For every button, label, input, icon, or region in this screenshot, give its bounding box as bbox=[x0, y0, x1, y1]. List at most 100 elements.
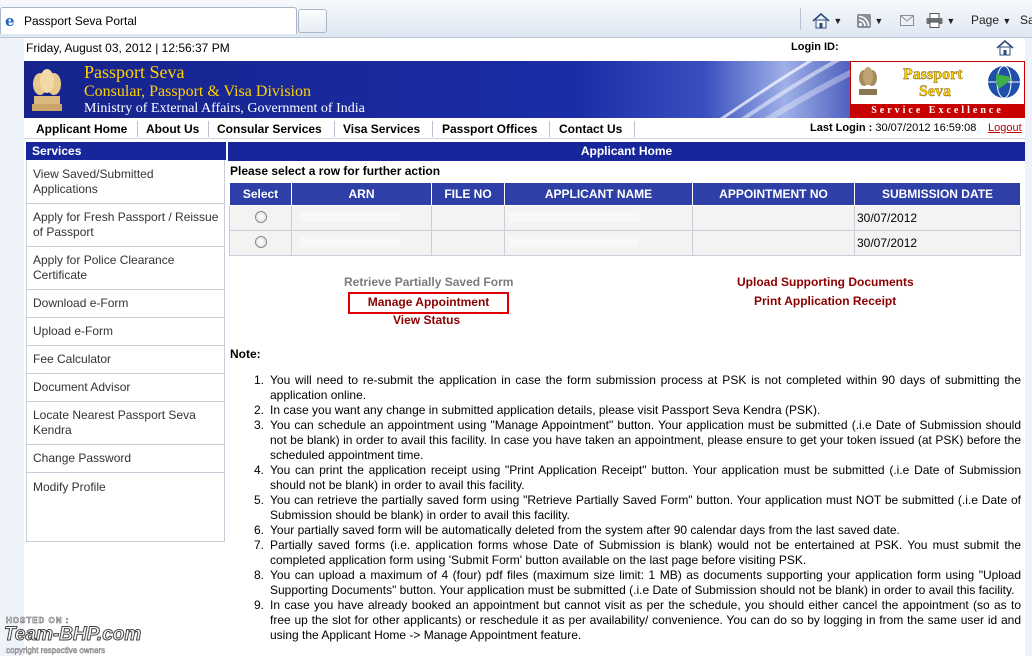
nav-separator bbox=[208, 121, 209, 137]
col-arn: ARN bbox=[291, 182, 432, 206]
globe-icon bbox=[988, 65, 1020, 99]
note-item: 2. In case you want any change in submitt… bbox=[250, 403, 1021, 418]
home-button[interactable]: ▼ bbox=[812, 10, 842, 30]
page-background: Friday, August 03, 2012 | 12:56:37 PM Lo… bbox=[0, 38, 1032, 656]
note-text: You can retrieve the partially saved for… bbox=[270, 493, 1021, 522]
sidebar-item-fee-calculator[interactable]: Fee Calculator bbox=[27, 346, 224, 374]
main-nav: Applicant Home About Us Consular Service… bbox=[24, 119, 1025, 139]
retrieve-partially-saved-form-button[interactable]: Retrieve Partially Saved Form bbox=[344, 275, 513, 289]
table-row[interactable]: 30/07/2012 bbox=[229, 230, 1021, 256]
feeds-button[interactable]: ▼ bbox=[857, 10, 883, 30]
watermark: HOSTED ON : Team-BHP.com copyright respe… bbox=[3, 616, 204, 656]
redacted-value bbox=[300, 212, 400, 222]
nav-about-us[interactable]: About Us bbox=[146, 122, 199, 136]
col-applicant-name: APPLICANT NAME bbox=[504, 182, 693, 206]
note-text: You will need to re-submit the applicati… bbox=[270, 373, 1021, 402]
banner-swirl-decoration bbox=[720, 61, 854, 118]
ie-icon: e bbox=[5, 12, 15, 30]
note-item: 9. In case you have already booked an app… bbox=[253, 598, 1021, 642]
nav-separator bbox=[634, 121, 635, 137]
sidebar-item-locate-psk[interactable]: Locate Nearest Passport Seva Kendra bbox=[27, 402, 224, 445]
note-item: 4. You can print the application receipt … bbox=[253, 463, 1021, 492]
last-login-label: Last Login : bbox=[810, 122, 873, 134]
sidebar-heading: Services bbox=[26, 142, 226, 160]
brand-subtitle: Consular, Passport & Visa Division bbox=[84, 83, 311, 100]
submission-date-cell: 30/07/2012 bbox=[854, 205, 1021, 231]
home-icon[interactable] bbox=[996, 40, 1014, 56]
safety-menu[interactable]: Sa bbox=[1020, 10, 1032, 30]
nav-consular-services[interactable]: Consular Services bbox=[217, 122, 322, 136]
note-item: 7. Partially saved forms (i.e. applicatio… bbox=[253, 538, 1021, 567]
applicant-name-cell bbox=[504, 205, 693, 231]
file-no-cell bbox=[431, 205, 505, 231]
applicant-name-cell bbox=[504, 230, 693, 256]
notes-list: 1. You will need to re-submit the applica… bbox=[250, 373, 1021, 643]
view-status-button[interactable]: View Status bbox=[393, 313, 460, 327]
nav-passport-offices[interactable]: Passport Offices bbox=[442, 122, 537, 136]
main-heading: Applicant Home bbox=[228, 142, 1025, 161]
mail-button[interactable] bbox=[900, 10, 914, 30]
row-select-radio[interactable] bbox=[254, 210, 267, 223]
page-menu-label: Page bbox=[971, 13, 1000, 27]
note-text: You can schedule an appointment using "M… bbox=[270, 418, 1021, 462]
sidebar-item-modify-profile[interactable]: Modify Profile bbox=[27, 473, 224, 501]
appointment-no-cell bbox=[692, 205, 855, 231]
submission-date-cell: 30/07/2012 bbox=[854, 230, 1021, 256]
sidebar-item-police-clearance[interactable]: Apply for Police Clearance Certificate bbox=[27, 247, 224, 290]
watermark-brand: Team-BHP.com bbox=[3, 624, 142, 646]
site-banner: Passport Seva Consular, Passport & Visa … bbox=[24, 61, 1025, 118]
toolbar-separator bbox=[800, 8, 801, 30]
sidebar-item-download-eform[interactable]: Download e-Form bbox=[27, 290, 224, 318]
nav-visa-services[interactable]: Visa Services bbox=[343, 122, 420, 136]
emblem-icon bbox=[859, 67, 877, 95]
col-appointment-no: APPOINTMENT NO bbox=[692, 182, 855, 206]
logo-tagline: Service Excellence bbox=[851, 104, 1024, 117]
select-cell bbox=[229, 205, 292, 231]
row-select-radio[interactable] bbox=[254, 235, 267, 248]
sidebar-item-view-applications[interactable]: View Saved/Submitted Applications bbox=[27, 161, 224, 204]
upload-supporting-documents-button[interactable]: Upload Supporting Documents bbox=[737, 275, 914, 289]
redacted-value bbox=[300, 237, 400, 247]
logo-text-line1: Passport bbox=[903, 66, 963, 83]
nav-contact-us[interactable]: Contact Us bbox=[559, 122, 622, 136]
page-menu[interactable]: Page ▼ bbox=[971, 10, 1011, 30]
date-time: Friday, August 03, 2012 | 12:56:37 PM bbox=[26, 41, 230, 55]
nav-separator bbox=[334, 121, 335, 137]
passport-seva-logo: Passport Seva Service Excellence bbox=[850, 61, 1025, 118]
appointment-no-cell bbox=[692, 230, 855, 256]
arn-cell bbox=[291, 205, 432, 231]
col-submission-date: SUBMISSION DATE bbox=[854, 182, 1021, 206]
table-row[interactable]: 30/07/2012 bbox=[229, 205, 1021, 231]
note-item: 3. You can schedule an appointment using … bbox=[253, 418, 1021, 462]
new-tab-button[interactable] bbox=[298, 9, 327, 33]
arn-cell bbox=[291, 230, 432, 256]
sidebar-item-apply-passport[interactable]: Apply for Fresh Passport / Reissue of Pa… bbox=[27, 204, 224, 247]
sidebar-item-change-password[interactable]: Change Password bbox=[27, 445, 224, 473]
redacted-value bbox=[509, 212, 639, 222]
nav-separator bbox=[432, 121, 433, 137]
note-item: 5. You can retrieve the partially saved f… bbox=[253, 493, 1021, 522]
nav-applicant-home[interactable]: Applicant Home bbox=[36, 122, 127, 136]
print-application-receipt-button[interactable]: Print Application Receipt bbox=[754, 294, 896, 308]
applications-table: Select ARN FILE NO APPLICANT NAME APPOIN… bbox=[229, 182, 1021, 256]
sidebar-item-upload-eform[interactable]: Upload e-Form bbox=[27, 318, 224, 346]
browser-tab[interactable]: e Passport Seva Portal bbox=[0, 7, 297, 34]
note-label: Note: bbox=[230, 347, 261, 361]
browser-toolbar: e Passport Seva Portal ▼ ▼ ▼ Page ▼ Sa bbox=[0, 0, 1032, 38]
table-header-row: Select ARN FILE NO APPLICANT NAME APPOIN… bbox=[229, 182, 1021, 206]
watermark-copyright: copyright respective owners bbox=[6, 646, 106, 655]
note-text: Partially saved forms (i.e. application … bbox=[270, 538, 1021, 567]
manage-appointment-button[interactable]: Manage Appointment bbox=[348, 292, 509, 314]
ministry-name: Ministry of External Affairs, Government… bbox=[84, 101, 365, 116]
logo-text-line2: Seva bbox=[919, 83, 951, 100]
nav-separator bbox=[549, 121, 550, 137]
note-text: You can upload a maximum of 4 (four) pdf… bbox=[270, 568, 1021, 597]
nav-separator bbox=[137, 121, 138, 137]
brand-title: Passport Seva bbox=[84, 62, 185, 82]
logout-link[interactable]: Logout bbox=[988, 122, 1022, 134]
printer-icon bbox=[926, 13, 943, 29]
redacted-value bbox=[509, 237, 639, 247]
print-button[interactable]: ▼ bbox=[926, 10, 955, 30]
note-text: Your partially saved form will be automa… bbox=[270, 523, 900, 537]
sidebar-item-document-advisor[interactable]: Document Advisor bbox=[27, 374, 224, 402]
